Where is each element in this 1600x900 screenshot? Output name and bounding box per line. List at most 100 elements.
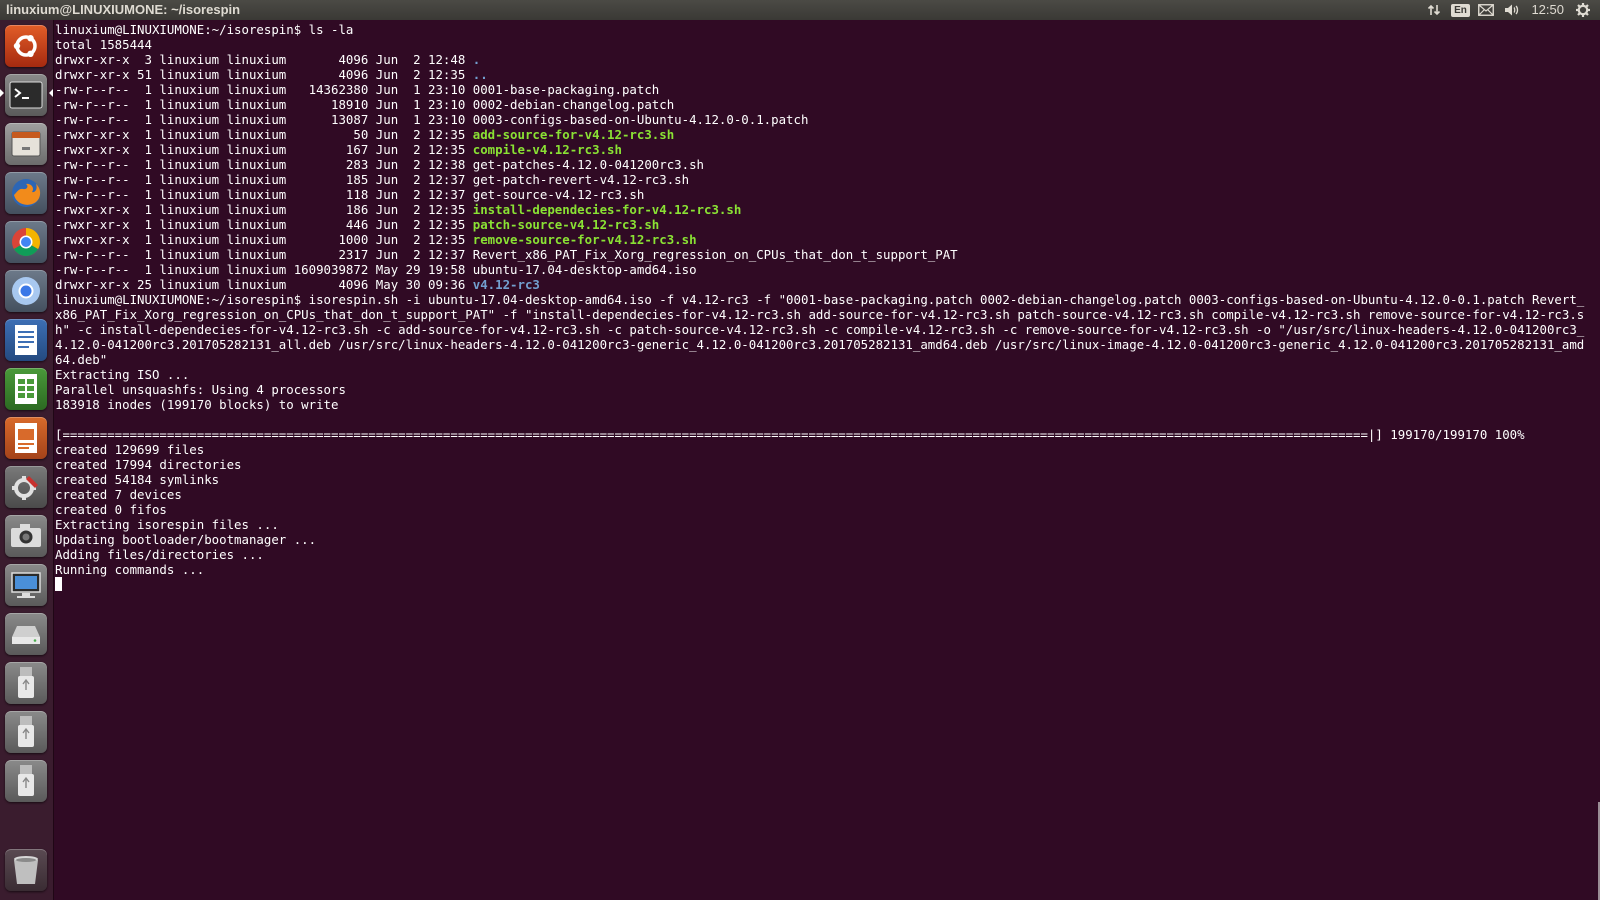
terminal-line: -rw-r--r-- 1 linuxium linuxium 18910 Jun… — [55, 97, 1591, 112]
keyboard-language-icon: En — [1451, 3, 1470, 17]
terminal-line: Extracting isorespin files ... — [55, 517, 1591, 532]
sound-icon[interactable] — [1499, 0, 1525, 20]
terminal-line: -rwxr-xr-x 1 linuxium linuxium 167 Jun 2… — [55, 142, 1591, 157]
terminal-text: -rw-r--r-- 1 linuxium linuxium 2317 Jun … — [55, 247, 958, 262]
terminal-line: created 17994 directories — [55, 457, 1591, 472]
terminal-text: -rwxr-xr-x 1 linuxium linuxium 1000 Jun … — [55, 232, 473, 247]
terminal-line: Running commands ... — [55, 562, 1591, 577]
executable-file-name: compile-v4.12-rc3.sh — [472, 142, 622, 157]
chrome-icon — [12, 228, 40, 256]
chromium-launcher-button[interactable] — [5, 270, 47, 312]
terminal-line: -rw-r--r-- 1 linuxium linuxium 283 Jun 2… — [55, 157, 1591, 172]
terminal-text: h" -c install-dependecies-for-v4.12-rc3.… — [55, 322, 1585, 337]
directory-name: v4.12-rc3 — [472, 277, 540, 292]
firefox-launcher-button[interactable] — [5, 172, 47, 214]
terminal-line: -rw-r--r-- 1 linuxium linuxium 185 Jun 2… — [55, 172, 1591, 187]
terminal-window[interactable]: linuxium@LINUXIUMONE:~/isorespin$ ls -la… — [54, 20, 1600, 900]
terminal-text: created 17994 directories — [55, 457, 242, 472]
terminal-text: created 54184 symlinks — [55, 472, 220, 487]
terminal-text: created 129699 files — [55, 442, 205, 457]
impress-launcher-button[interactable] — [5, 417, 47, 459]
ubuntu-dash-button[interactable] — [5, 25, 47, 67]
terminal-text: Running commands ... — [55, 562, 205, 577]
terminal-line: Parallel unsquashfs: Using 4 processors — [55, 382, 1591, 397]
terminal-text: -rw-r--r-- 1 linuxium linuxium 118 Jun 2… — [55, 187, 645, 202]
terminal-line: drwxr-xr-x 3 linuxium linuxium 4096 Jun … — [55, 52, 1591, 67]
mail-icon[interactable] — [1473, 0, 1499, 20]
terminal-line: drwxr-xr-x 25 linuxium linuxium 4096 May… — [55, 277, 1591, 292]
running-indicator — [0, 89, 4, 97]
usb-drive-1-launcher-button[interactable] — [5, 662, 47, 704]
files-launcher-button[interactable] — [5, 123, 47, 165]
terminal-line: -rwxr-xr-x 1 linuxium linuxium 446 Jun 2… — [55, 217, 1591, 232]
terminal-line: 64.deb" — [55, 352, 1591, 367]
calc-icon — [15, 374, 37, 404]
chrome-launcher-button[interactable] — [5, 221, 47, 263]
terminal-line: linuxium@LINUXIUMONE:~/isorespin$ isores… — [55, 292, 1591, 307]
terminal-line: [=======================================… — [55, 427, 1591, 442]
trash-icon — [14, 856, 38, 884]
terminal-line: 4.12.0-041200rc3.201705282131_all.deb /u… — [55, 337, 1591, 352]
settings-launcher-button[interactable] — [5, 466, 47, 508]
remote-desktop-icon — [11, 572, 41, 598]
usb-drive-icon — [18, 765, 34, 796]
gear-icon[interactable] — [1570, 0, 1596, 20]
settings-icon — [12, 476, 38, 500]
terminal-text: 183918 inodes (199170 blocks) to write — [55, 397, 339, 412]
remote-desktop-launcher-button[interactable] — [5, 564, 47, 606]
executable-file-name: add-source-for-v4.12-rc3.sh — [472, 127, 675, 142]
files-icon — [11, 131, 41, 157]
terminal-line: Adding files/directories ... — [55, 547, 1591, 562]
terminal-line: created 54184 symlinks — [55, 472, 1591, 487]
network-arrows-icon[interactable] — [1421, 0, 1447, 20]
terminal-line: Extracting ISO ... — [55, 367, 1591, 382]
terminal-text: -rw-r--r-- 1 linuxium linuxium 283 Jun 2… — [55, 157, 705, 172]
terminal-line: h" -c install-dependecies-for-v4.12-rc3.… — [55, 322, 1591, 337]
terminal-text: 4.12.0-041200rc3.201705282131_all.deb /u… — [55, 337, 1585, 352]
drive-launcher-button[interactable] — [5, 613, 47, 655]
chromium-icon — [12, 277, 40, 305]
executable-file-name: install-dependecies-for-v4.12-rc3.sh — [472, 202, 742, 217]
impress-icon — [15, 423, 37, 453]
terminal-line: 183918 inodes (199170 blocks) to write — [55, 397, 1591, 412]
terminal-text: 64.deb" — [55, 352, 108, 367]
executable-file-name: remove-source-for-v4.12-rc3.sh — [472, 232, 697, 247]
camera-launcher-button[interactable] — [5, 515, 47, 557]
terminal-text: created 7 devices — [55, 487, 182, 502]
terminal-text: drwxr-xr-x 25 linuxium linuxium 4096 May… — [55, 277, 473, 292]
usb-drive-icon — [18, 716, 34, 747]
terminal-text: -rwxr-xr-x 1 linuxium linuxium 186 Jun 2… — [55, 202, 473, 217]
terminal-text: total 1585444 — [55, 37, 152, 52]
terminal-text: -rwxr-xr-x 1 linuxium linuxium 446 Jun 2… — [55, 217, 473, 232]
terminal-icon — [9, 81, 43, 109]
usb-drive-2-launcher-button[interactable] — [5, 711, 47, 753]
usb-drive-3-launcher-button[interactable] — [5, 760, 47, 802]
terminal-launcher-button[interactable] — [5, 74, 47, 116]
writer-icon — [15, 325, 37, 355]
terminal-output: linuxium@LINUXIUMONE:~/isorespin$ ls -la… — [55, 22, 1591, 592]
calc-launcher-button[interactable] — [5, 368, 47, 410]
writer-launcher-button[interactable] — [5, 319, 47, 361]
terminal-line: x86_PAT_Fix_Xorg_regression_on_CPUs_that… — [55, 307, 1591, 322]
terminal-text: Extracting isorespin files ... — [55, 517, 279, 532]
focused-indicator — [49, 89, 53, 97]
terminal-line: created 129699 files — [55, 442, 1591, 457]
terminal-text: -rw-r--r-- 1 linuxium linuxium 13087 Jun… — [55, 112, 809, 127]
trash-launcher-button[interactable] — [5, 849, 47, 891]
terminal-text: Extracting ISO ... — [55, 367, 190, 382]
indicator-area: En 12:50 — [1421, 0, 1596, 20]
terminal-text: Adding files/directories ... — [55, 547, 264, 562]
terminal-line: total 1585444 — [55, 37, 1591, 52]
terminal-text: -rwxr-xr-x 1 linuxium linuxium 167 Jun 2… — [55, 142, 473, 157]
usb-drive-icon — [18, 667, 34, 698]
terminal-line: -rw-r--r-- 1 linuxium linuxium 118 Jun 2… — [55, 187, 1591, 202]
terminal-text: linuxium@LINUXIUMONE:~/isorespin$ isores… — [55, 292, 1585, 307]
keyboard-language-indicator[interactable]: En — [1447, 0, 1473, 20]
terminal-line: created 0 fifos — [55, 502, 1591, 517]
terminal-line: -rw-r--r-- 1 linuxium linuxium 13087 Jun… — [55, 112, 1591, 127]
terminal-text: Parallel unsquashfs: Using 4 processors — [55, 382, 346, 397]
terminal-text: -rw-r--r-- 1 linuxium linuxium 185 Jun 2… — [55, 172, 690, 187]
clock[interactable]: 12:50 — [1525, 0, 1570, 20]
terminal-text: drwxr-xr-x 3 linuxium linuxium 4096 Jun … — [55, 52, 473, 67]
firefox-icon — [12, 179, 41, 207]
